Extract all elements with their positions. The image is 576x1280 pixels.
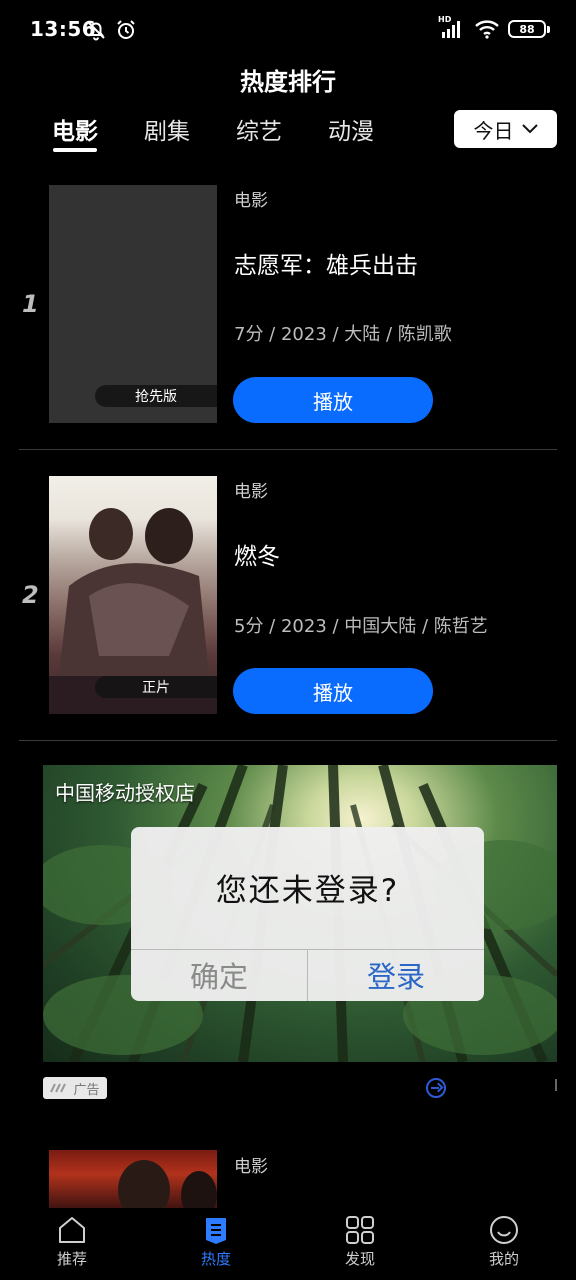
tab-active-indicator	[53, 148, 97, 152]
rank-number: 2	[22, 581, 39, 609]
nav-label: 热度	[200, 1250, 231, 1268]
nav-label: 推荐	[56, 1250, 87, 1268]
home-icon	[59, 1217, 85, 1243]
item-title[interactable]: 志愿军：雄兵出击	[234, 246, 418, 280]
nav-discover[interactable]: 发现	[320, 1214, 400, 1269]
signal-icon: HD	[438, 15, 466, 40]
item-category: 电影	[234, 191, 268, 211]
item-category: 电影	[234, 482, 268, 502]
item-category: 电影	[234, 1157, 268, 1177]
tab-movie[interactable]: 电影	[52, 112, 98, 146]
item-info: 7分 / 2023 / 大陆 / 陈凯歌	[234, 324, 452, 345]
divider	[19, 740, 557, 741]
nav-hot[interactable]: 热度	[176, 1214, 256, 1269]
grid-icon	[346, 1216, 374, 1244]
hot-list-icon	[206, 1218, 226, 1244]
login-button[interactable]: 登录	[308, 949, 484, 1001]
ad-logo-icon	[50, 1083, 67, 1093]
battery-level: 88	[519, 22, 535, 36]
nav-mine[interactable]: 我的	[464, 1214, 544, 1269]
chevron-down-icon	[521, 124, 538, 134]
play-button[interactable]: 播放	[233, 377, 433, 423]
battery-icon: 88	[508, 20, 550, 38]
ad-tag: 广告	[43, 1077, 107, 1099]
page-title: 热度排行	[240, 68, 336, 96]
status-bar: 13:56 HD 88	[0, 0, 576, 60]
wifi-icon	[475, 20, 499, 39]
scrollbar	[555, 1079, 557, 1091]
ad-title: 中国移动授权店	[55, 781, 195, 805]
version-badge: 正片	[95, 676, 217, 698]
poster-image[interactable]	[49, 1150, 217, 1210]
item-info: 5分 / 2023 / 中国大陆 / 陈哲艺	[234, 616, 488, 637]
confirm-button[interactable]: 确定	[131, 949, 307, 1001]
poster-image[interactable]: 抢先版	[49, 185, 217, 423]
divider	[19, 449, 557, 450]
item-title[interactable]: 燃冬	[234, 537, 280, 571]
version-badge: 抢先版	[95, 385, 217, 407]
mute-bell-icon	[87, 21, 105, 41]
arrow-right-circle-icon[interactable]	[426, 1078, 446, 1098]
bottom-nav: 推荐 热度 发现 我的	[0, 1208, 576, 1280]
login-dialog: 您还未登录? 确定 登录	[131, 827, 484, 1001]
rank-number: 1	[22, 290, 39, 318]
nav-recommend[interactable]: 推荐	[32, 1214, 112, 1269]
poster-artwork	[118, 1160, 217, 1210]
tab-series[interactable]: 剧集	[144, 112, 190, 146]
dialog-message: 您还未登录?	[215, 873, 400, 909]
tab-anime[interactable]: 动漫	[328, 112, 374, 146]
network-label: HD	[438, 15, 452, 24]
status-right: HD 88	[438, 15, 550, 40]
nav-label: 发现	[344, 1250, 375, 1268]
tab-variety[interactable]: 综艺	[236, 112, 282, 146]
play-button[interactable]: 播放	[233, 668, 433, 714]
date-filter-label: 今日	[473, 118, 514, 143]
nav-label: 我的	[488, 1250, 519, 1268]
ad-tag-label: 广告	[73, 1082, 100, 1098]
poster-image[interactable]: 正片	[49, 476, 217, 714]
smiley-icon	[490, 1216, 518, 1244]
date-filter-dropdown[interactable]: 今日	[454, 110, 557, 148]
alarm-icon	[117, 20, 135, 39]
